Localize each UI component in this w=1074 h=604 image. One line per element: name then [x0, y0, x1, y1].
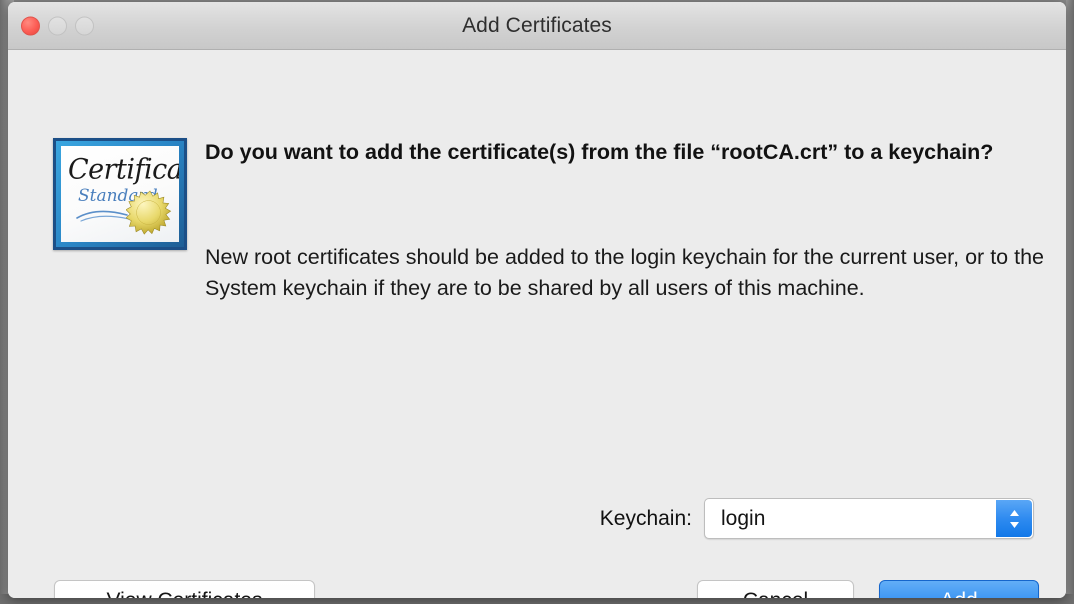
- keychain-popup-button[interactable]: login: [704, 498, 1034, 539]
- certificate-seal-icon: [126, 190, 174, 238]
- close-button-icon[interactable]: [21, 16, 40, 35]
- add-certificates-dialog: Add Certificates Certificate Standard: [8, 2, 1066, 598]
- window-titlebar[interactable]: Add Certificates: [8, 2, 1066, 50]
- cancel-button[interactable]: Cancel: [697, 580, 854, 598]
- dialog-content: Certificate Standard: [8, 50, 1066, 598]
- desktop-background-right: [1066, 0, 1074, 604]
- add-button[interactable]: Add: [879, 580, 1039, 598]
- keychain-selected-value: login: [705, 507, 765, 531]
- window-controls: [21, 16, 94, 35]
- dialog-headline: Do you want to add the certificate(s) fr…: [205, 138, 1045, 168]
- keychain-selector-row: Keychain: login: [600, 498, 1034, 539]
- dialog-body-text: New root certificates should be added to…: [205, 242, 1050, 303]
- certificate-icon-border: Certificate Standard: [56, 141, 184, 247]
- window-title: Add Certificates: [8, 14, 1066, 38]
- certificate-icon-title: Certificate: [68, 153, 179, 186]
- certificate-icon-paper: Certificate Standard: [61, 146, 179, 242]
- minimize-button-icon: [48, 16, 67, 35]
- chevron-up-down-icon[interactable]: [996, 500, 1032, 537]
- certificate-icon: Certificate Standard: [53, 138, 187, 250]
- chevron-up-down-glyph: [1007, 507, 1022, 531]
- keychain-label: Keychain:: [600, 507, 692, 531]
- zoom-button-icon: [75, 16, 94, 35]
- view-certificates-button[interactable]: View Certificates: [54, 580, 315, 598]
